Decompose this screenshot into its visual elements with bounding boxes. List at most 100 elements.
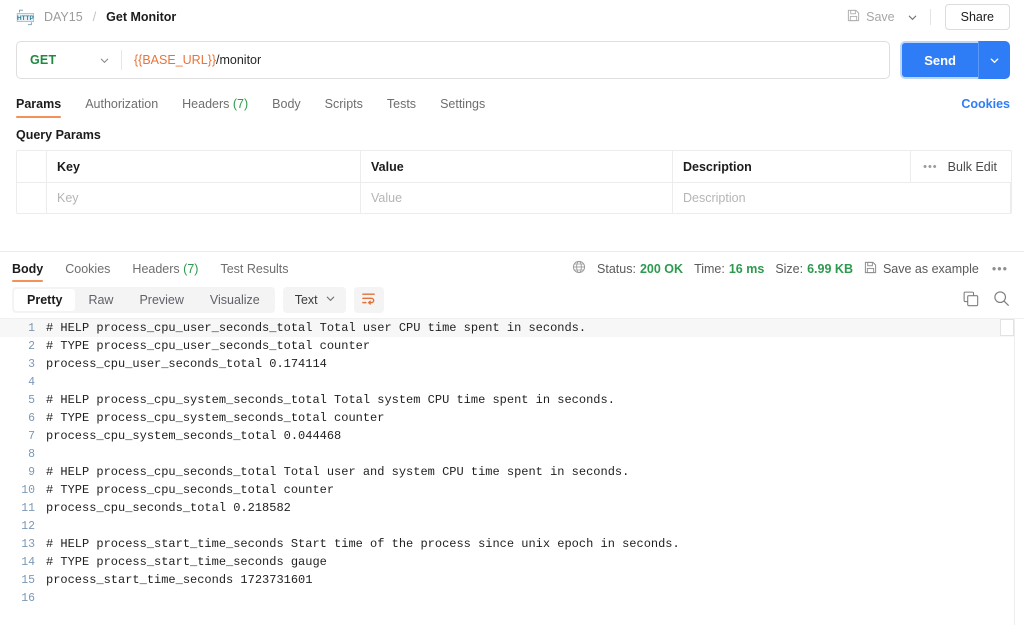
table-row[interactable]: Key Value Description (17, 182, 1011, 213)
more-horizontal-icon[interactable]: ••• (923, 161, 938, 173)
code-line: 12 (0, 517, 1014, 535)
column-header-key: Key (47, 151, 361, 182)
floppy-disk-icon (847, 9, 860, 25)
line-content: # HELP process_cpu_seconds_total Total u… (46, 465, 630, 479)
save-button[interactable]: Save (840, 5, 902, 29)
code-line: 3 process_cpu_user_seconds_total 0.17411… (0, 355, 1014, 373)
header-divider (929, 9, 931, 25)
description-input[interactable]: Description (673, 183, 1011, 213)
column-header-description: Description (673, 151, 912, 182)
response-tab-test-results[interactable]: Test Results (220, 262, 288, 282)
vertical-scrollbar[interactable] (1014, 319, 1024, 625)
search-button[interactable] (993, 290, 1010, 310)
tab-authorization[interactable]: Authorization (85, 97, 158, 118)
method-selector[interactable]: GET (17, 42, 121, 78)
line-number: 14 (21, 555, 35, 569)
line-number: 10 (21, 483, 35, 497)
tab-label: Test Results (220, 262, 289, 276)
save-button-label: Save (866, 10, 895, 24)
query-params-title: Query Params (16, 128, 101, 142)
url-input[interactable]: {{BASE_URL}}/monitor (122, 53, 261, 67)
copy-button[interactable] (963, 291, 979, 310)
http-badge-icon: HTTP (16, 8, 35, 26)
line-number: 6 (28, 411, 35, 425)
url-path: /monitor (216, 53, 262, 67)
share-button[interactable]: Share (944, 4, 1010, 30)
url-input-wrapper: GET {{BASE_URL}}/monitor (16, 41, 891, 79)
line-content: process_cpu_system_seconds_total 0.04446… (46, 429, 342, 443)
response-body-viewer[interactable]: 1 # HELP process_cpu_user_seconds_total … (0, 318, 1024, 625)
tab-params[interactable]: Params (16, 97, 62, 118)
query-params-table: Key Value Description ••• Bulk Edit Key … (16, 150, 1012, 214)
line-number: 1 (28, 321, 35, 335)
tab-label: Headers (132, 262, 180, 276)
status-label: Status: (597, 261, 636, 276)
tab-label: Authorization (85, 97, 159, 111)
bulk-edit-label: Bulk Edit (947, 159, 997, 174)
save-options-caret[interactable] (902, 6, 924, 28)
search-icon (993, 290, 1010, 310)
code-line: 11 process_cpu_seconds_total 0.218582 (0, 499, 1014, 517)
tab-settings[interactable]: Settings (440, 97, 485, 118)
save-as-example-button[interactable]: Save as example (864, 261, 979, 277)
window-header: HTTP DAY15 / Get Monitor Save Share (0, 0, 1024, 34)
view-mode-preview[interactable]: Preview (126, 289, 196, 311)
line-number: 4 (28, 375, 35, 389)
line-number: 3 (28, 357, 35, 371)
code-line: 7 process_cpu_system_seconds_total 0.044… (0, 427, 1014, 445)
tab-label: Body (12, 262, 44, 276)
code-scroll-container[interactable]: 1 # HELP process_cpu_user_seconds_total … (0, 319, 1014, 625)
line-content: # TYPE process_cpu_seconds_total counter (46, 483, 335, 497)
line-content: # HELP process_cpu_user_seconds_total To… (46, 321, 587, 335)
line-number: 11 (21, 501, 35, 515)
cookies-link[interactable]: Cookies (961, 97, 1010, 118)
code-line: 15 process_start_time_seconds 1723731601 (0, 571, 1014, 589)
code-line: 4 (0, 373, 1014, 391)
size-value: 6.99 KB (807, 261, 853, 276)
tab-label: Settings (440, 97, 486, 111)
view-mode-visualize[interactable]: Visualize (197, 289, 273, 311)
format-selector[interactable]: Text (282, 287, 346, 313)
row-checkbox-cell[interactable] (17, 183, 47, 213)
code-line: 13 # HELP process_start_time_seconds Sta… (0, 535, 1014, 553)
active-line-marker (1000, 319, 1014, 336)
breadcrumb-parent[interactable]: DAY15 (44, 10, 83, 24)
column-header-value: Value (361, 151, 673, 182)
response-tab-headers[interactable]: Headers (7) (132, 262, 198, 282)
response-tab-body[interactable]: Body (12, 262, 44, 282)
line-number: 12 (21, 519, 35, 533)
send-button[interactable]: Send (900, 41, 978, 79)
tab-count: (7) (183, 262, 199, 276)
chevron-down-icon (99, 55, 110, 66)
view-mode-raw[interactable]: Raw (75, 289, 126, 311)
tab-label: Cookies (65, 262, 111, 276)
code-line: 14 # TYPE process_start_time_seconds gau… (0, 553, 1014, 571)
code-line: 5 # HELP process_cpu_system_seconds_tota… (0, 391, 1014, 409)
time-label: Time: (694, 261, 725, 276)
wrap-text-icon (361, 291, 376, 309)
wrap-text-button[interactable] (353, 287, 384, 313)
value-input[interactable]: Value (361, 183, 673, 213)
line-number: 15 (21, 573, 35, 587)
tab-tests[interactable]: Tests (387, 97, 416, 118)
key-input[interactable]: Key (47, 183, 361, 213)
chevron-down-icon (990, 57, 999, 63)
time-value: 16 ms (728, 261, 765, 276)
header-actions: Save Share (840, 4, 1010, 30)
tab-headers[interactable]: Headers (7) (182, 97, 248, 118)
view-mode-pretty[interactable]: Pretty (14, 289, 76, 311)
tab-body[interactable]: Body (272, 97, 301, 118)
pane-splitter[interactable] (0, 214, 1024, 251)
size-badge: Size: 6.99 KB (775, 262, 853, 276)
tab-scripts[interactable]: Scripts (325, 97, 363, 118)
line-content: # TYPE process_cpu_user_seconds_total co… (46, 339, 371, 353)
line-number: 5 (28, 393, 35, 407)
save-as-example-label: Save as example (882, 261, 979, 276)
send-options-caret[interactable] (978, 41, 1010, 79)
url-bar-row: GET {{BASE_URL}}/monitor Send (0, 34, 1024, 86)
more-horizontal-icon[interactable]: ••• (990, 262, 1010, 276)
response-tab-cookies[interactable]: Cookies (65, 262, 110, 282)
line-content: # TYPE process_cpu_system_seconds_total … (46, 411, 385, 425)
bulk-edit-button[interactable]: ••• Bulk Edit (911, 151, 1011, 182)
response-meta: Status: 200 OK Time: 16 ms Size: 6.99 KB (572, 260, 1010, 282)
